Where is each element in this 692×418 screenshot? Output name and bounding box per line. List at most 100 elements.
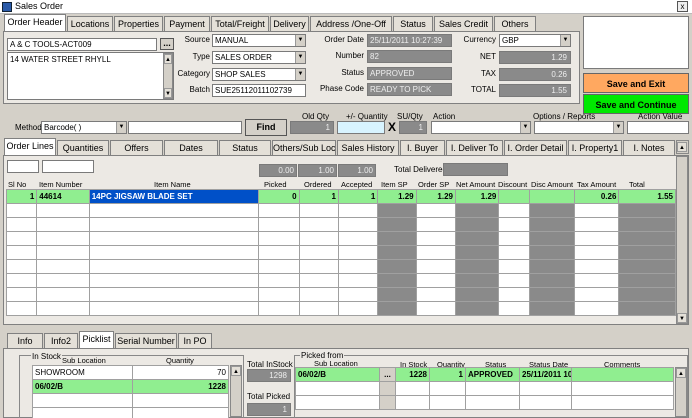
table-row[interactable] — [5, 259, 676, 274]
table-cell[interactable]: 44614 — [36, 189, 90, 204]
category-select[interactable]: SHOP SALES ▼ — [212, 68, 306, 81]
table-cell[interactable] — [571, 367, 674, 382]
table-cell[interactable] — [377, 301, 417, 316]
table-cell[interactable] — [377, 203, 417, 218]
notes-box[interactable] — [583, 16, 689, 69]
customer-name-field[interactable]: A & C TOOLS-ACT009 — [7, 38, 157, 51]
table-cell[interactable] — [132, 407, 229, 418]
table-cell[interactable] — [337, 259, 379, 274]
table-cell[interactable]: 1 — [298, 189, 339, 204]
header-tab-others[interactable]: Others — [494, 16, 536, 31]
table-cell[interactable] — [528, 189, 576, 204]
table-cell[interactable] — [454, 245, 500, 260]
picked-from-scrollbar[interactable]: ▲ — [675, 367, 687, 417]
table-cell[interactable] — [415, 231, 456, 246]
table-cell[interactable] — [258, 287, 300, 302]
table-cell[interactable] — [298, 273, 339, 288]
header-tab-properties[interactable]: Properties — [114, 16, 163, 31]
table-row[interactable] — [32, 393, 229, 408]
scroll-up-icon[interactable]: ▲ — [676, 368, 686, 378]
table-cell[interactable] — [498, 231, 530, 246]
scroll-up-icon[interactable]: ▲ — [231, 366, 241, 376]
table-cell[interactable] — [528, 245, 576, 260]
table-cell[interactable] — [32, 393, 133, 408]
table-row[interactable] — [32, 407, 229, 418]
table-cell[interactable] — [429, 381, 466, 396]
table-cell[interactable] — [298, 203, 339, 218]
table-cell[interactable]: 0 — [258, 189, 300, 204]
source-select[interactable]: MANUAL ▼ — [212, 34, 306, 47]
header-tab-sales-credit[interactable]: Sales Credit — [434, 16, 493, 31]
table-cell[interactable] — [132, 393, 229, 408]
table-cell[interactable] — [498, 189, 530, 204]
table-row[interactable] — [5, 301, 676, 316]
picklist-tab-info2[interactable]: Info2 — [44, 333, 78, 348]
table-cell[interactable] — [258, 273, 300, 288]
table-cell[interactable]: 1.55 — [618, 189, 676, 204]
table-cell[interactable] — [32, 407, 133, 418]
table-cell[interactable] — [618, 259, 676, 274]
table-row[interactable] — [5, 245, 676, 260]
table-cell[interactable]: 1 — [337, 189, 379, 204]
table-row[interactable] — [5, 231, 676, 246]
picklist-tab-serial-number[interactable]: Serial Number — [115, 333, 177, 348]
instock-table[interactable]: SHOWROOM 70 06/02/B 1228 — [32, 365, 229, 418]
table-cell[interactable] — [36, 273, 90, 288]
table-cell[interactable] — [337, 287, 379, 302]
quantity-input[interactable] — [337, 121, 385, 134]
table-cell[interactable] — [574, 245, 620, 260]
picklist-tab-in-po[interactable]: In PO — [178, 333, 212, 348]
table-cell[interactable]: 25/11/2011 10: — [519, 367, 572, 382]
table-cell[interactable] — [88, 231, 260, 246]
lines-tab-status[interactable]: Status — [219, 140, 271, 155]
sublocation-lookup-button[interactable] — [379, 381, 396, 396]
table-cell[interactable] — [395, 381, 430, 396]
table-cell[interactable] — [618, 203, 676, 218]
scroll-up-icon[interactable]: ▲ — [677, 142, 687, 152]
chevron-down-icon[interactable]: ▼ — [520, 122, 530, 133]
sl-no-filter-input[interactable] — [7, 160, 39, 173]
table-cell[interactable] — [454, 231, 500, 246]
table-cell[interactable] — [574, 231, 620, 246]
table-cell[interactable] — [258, 245, 300, 260]
table-cell[interactable] — [337, 301, 379, 316]
table-cell[interactable] — [258, 217, 300, 232]
scroll-down-icon[interactable]: ▼ — [677, 313, 687, 323]
table-cell[interactable] — [415, 301, 456, 316]
table-cell[interactable] — [36, 231, 90, 246]
table-cell[interactable] — [88, 259, 260, 274]
table-cell[interactable] — [465, 395, 520, 410]
table-cell[interactable] — [454, 259, 500, 274]
table-cell[interactable] — [498, 217, 530, 232]
picked-from-table[interactable]: 06/02/B... 1228 1 APPROVED 25/11/2011 10: — [295, 367, 674, 410]
table-cell[interactable]: 06/02/B — [295, 367, 380, 382]
header-tab-order-header[interactable]: Order Header — [4, 14, 66, 31]
table-cell[interactable] — [574, 203, 620, 218]
table-cell[interactable] — [258, 203, 300, 218]
table-cell[interactable] — [88, 217, 260, 232]
lines-tab-dates[interactable]: Dates — [164, 140, 218, 155]
table-cell[interactable] — [5, 203, 38, 218]
table-cell[interactable] — [295, 395, 380, 410]
lines-tab-sales-history[interactable]: Sales History — [337, 140, 399, 155]
scroll-down-icon[interactable]: ▼ — [164, 88, 172, 98]
table-cell[interactable] — [498, 203, 530, 218]
lines-tab-others-sub-loc[interactable]: Others/Sub Loc — [272, 140, 336, 155]
table-cell[interactable] — [377, 245, 417, 260]
method-select[interactable]: Barcode( ) ▼ — [41, 121, 127, 134]
table-cell[interactable] — [454, 217, 500, 232]
table-cell[interactable] — [498, 287, 530, 302]
table-cell[interactable]: 06/02/B — [32, 379, 133, 394]
lines-scrollbar[interactable]: ▼ — [676, 156, 688, 324]
table-cell[interactable]: 1228 — [395, 367, 430, 382]
table-cell[interactable]: 14PC JIGSAW BLADE SET — [88, 189, 260, 204]
table-cell[interactable] — [415, 217, 456, 232]
table-cell[interactable] — [574, 301, 620, 316]
table-cell[interactable] — [298, 287, 339, 302]
table-cell[interactable] — [295, 381, 380, 396]
table-cell[interactable] — [258, 301, 300, 316]
table-row[interactable] — [295, 381, 674, 396]
chevron-down-icon[interactable]: ▼ — [295, 35, 305, 46]
table-cell[interactable] — [88, 245, 260, 260]
table-cell[interactable] — [5, 273, 38, 288]
